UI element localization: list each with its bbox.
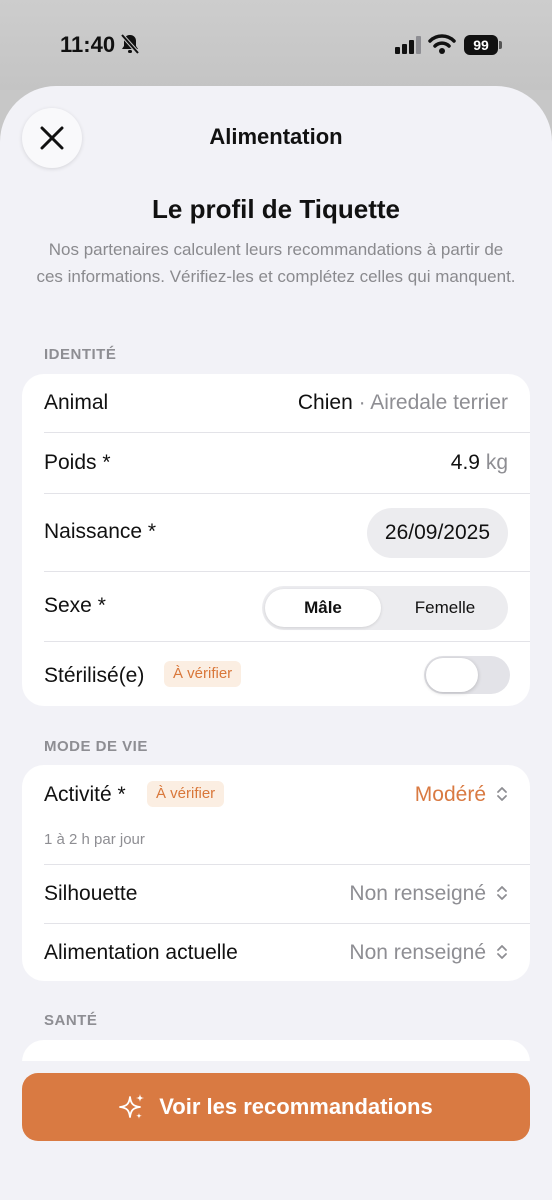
verify-badge: À vérifier (164, 661, 242, 687)
sterilized-toggle[interactable] (424, 656, 510, 694)
weight-unit: kg (485, 451, 508, 474)
wifi-icon (428, 33, 456, 60)
sterilized-row: Stérilisé(e) À vérifier (22, 642, 530, 706)
section-header-identite: IDENTITÉ (44, 346, 117, 363)
sparkles-icon (119, 1094, 145, 1119)
chevron-up-down-icon (496, 785, 508, 808)
sex-label: Sexe * (44, 594, 106, 617)
sex-segmented-control: Mâle Femelle (262, 586, 508, 630)
sex-row: Sexe * Mâle Femelle (22, 572, 530, 641)
chevron-up-down-icon (496, 943, 508, 966)
silhouette-label: Silhouette (44, 882, 138, 905)
status-time: 11:40 (60, 32, 116, 57)
silhouette-row[interactable]: Silhouette Non renseigné (22, 865, 530, 923)
sex-option-male[interactable]: Mâle (265, 589, 381, 627)
sex-option-female[interactable]: Femelle (386, 589, 504, 627)
weight-number: 4.9 (450, 451, 480, 474)
activity-label: Activité * (44, 783, 126, 806)
status-bar: 11:40 99 (0, 0, 552, 90)
weight-row[interactable]: Poids * 4.9 kg (22, 433, 530, 493)
sterilized-label: Stérilisé(e) (44, 664, 145, 687)
birth-row: Naissance * 26/09/2025 (22, 494, 530, 571)
section-header-mode-de-vie: MODE DE VIE (44, 738, 148, 755)
lifestyle-card: Activité * À vérifier Modéré 1 à 2 h par… (22, 765, 530, 981)
birth-date-picker[interactable]: 26/09/2025 (366, 508, 508, 558)
section-header-sante: SANTÉ (44, 1012, 98, 1029)
birth-label: Naissance * (44, 520, 157, 543)
bell-slash-icon (120, 33, 140, 60)
see-recommendations-button[interactable]: Voir les recommandations (22, 1073, 530, 1141)
identity-card: Animal Chien · Airedale terrier Poids * … (22, 374, 530, 706)
signal-icon (395, 36, 423, 59)
animal-breed: Airedale terrier (370, 391, 508, 414)
battery-icon: 99 (464, 35, 502, 55)
animal-separator: · (352, 391, 371, 414)
current-food-row[interactable]: Alimentation actuelle Non renseigné (22, 924, 530, 981)
cta-label: Voir les recommandations (159, 1094, 433, 1119)
profile-sheet: Alimentation Le profil de Tiquette Nos p… (0, 86, 552, 1200)
nav-title: Alimentation (209, 124, 343, 149)
verify-badge: À vérifier (147, 781, 225, 807)
current-food-label: Alimentation actuelle (44, 941, 238, 964)
toggle-knob (426, 658, 478, 692)
chevron-up-down-icon (496, 884, 508, 907)
animal-row[interactable]: Animal Chien · Airedale terrier (22, 374, 530, 432)
current-food-value: Non renseigné (349, 941, 486, 964)
page-title: Le profil de Tiquette (152, 194, 400, 224)
activity-row[interactable]: Activité * À vérifier Modéré 1 à 2 h par… (22, 765, 530, 864)
animal-value: Chien · Airedale terrier (298, 391, 508, 415)
battery-level: 99 (464, 35, 498, 55)
activity-value: Modéré (414, 783, 486, 806)
silhouette-value: Non renseigné (349, 882, 486, 905)
animal-label: Animal (44, 391, 109, 414)
activity-helper-text: 1 à 2 h par jour (44, 831, 145, 848)
weight-label: Poids * (44, 451, 111, 474)
weight-value: 4.9 kg (451, 451, 508, 475)
page-subtitle: Nos partenaires calculent leurs recomman… (36, 240, 516, 286)
animal-species: Chien (297, 391, 353, 414)
